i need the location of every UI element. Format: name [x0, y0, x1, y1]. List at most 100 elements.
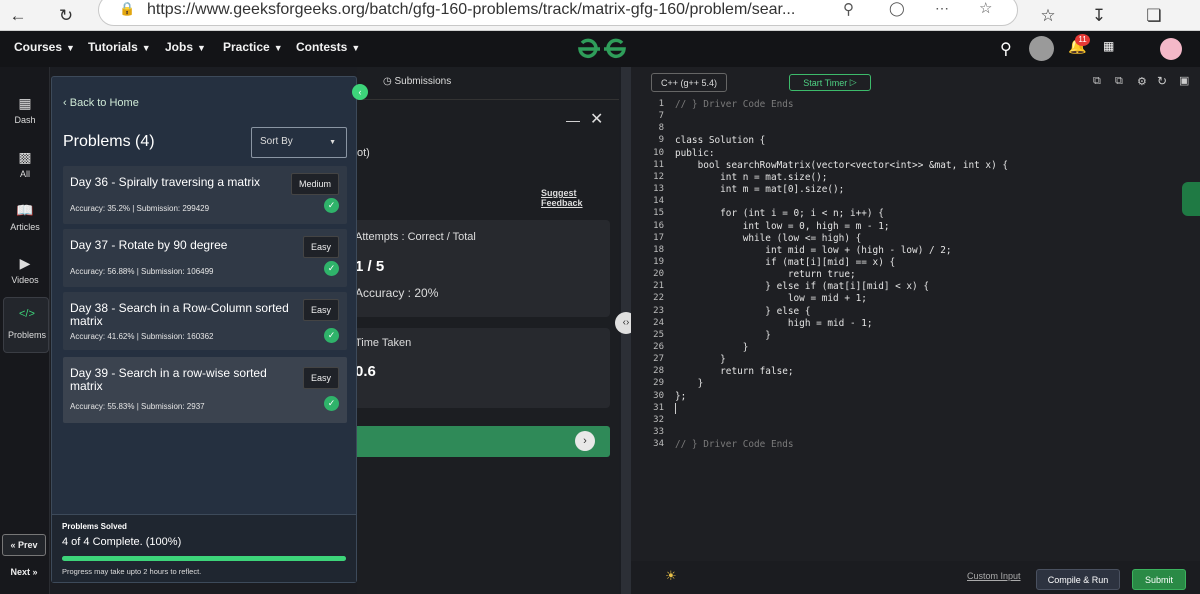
- code-line: if (mat[i][mid] == x) {: [675, 256, 896, 268]
- left-rail: ▦ Dash ▩ All 📖 Articles ▶ Videos </> Problem…: [0, 67, 50, 594]
- compile-run-button[interactable]: Compile & Run: [1036, 569, 1120, 590]
- search-icon[interactable]: ⚲: [843, 0, 854, 18]
- settings-gear-icon[interactable]: ⚙: [1137, 75, 1147, 88]
- line-number: 12: [653, 171, 664, 182]
- submissions-tab[interactable]: ◷ Submissions: [383, 76, 451, 87]
- line-number: 29: [653, 378, 664, 389]
- code-line: for (int i = 0; i < n; i++) {: [675, 208, 884, 220]
- problem-details-pane: ◷ Submissions — ✕ ot) Suggest Feedback A…: [347, 67, 619, 594]
- download-icon[interactable]: ↧: [1087, 0, 1111, 31]
- code-line: }: [675, 329, 771, 341]
- line-number: 30: [653, 390, 664, 401]
- nav-practice[interactable]: Practice ▼: [223, 40, 283, 54]
- difficulty-badge: Easy: [302, 299, 339, 321]
- sort-by-select[interactable]: Sort By ▼: [251, 127, 347, 158]
- code-line: // } Driver Code Ends: [675, 99, 794, 110]
- more-icon[interactable]: ⋯: [935, 0, 949, 17]
- refresh-icon[interactable]: ↻: [54, 0, 78, 31]
- favorite-star-icon[interactable]: ☆: [979, 0, 992, 17]
- rail-all[interactable]: ▩ All: [0, 149, 50, 179]
- code-line: int m = mat[0].size();: [675, 184, 845, 196]
- problems-solved-footer: Problems Solved 4 of 4 Complete. (100%) …: [52, 514, 356, 582]
- time-card: Time Taken 0.6: [347, 328, 610, 408]
- code-line: };: [675, 390, 687, 402]
- problem-meta: Accuracy: 41.62% | Submission: 160362: [70, 332, 214, 341]
- avatar[interactable]: [1160, 38, 1182, 60]
- check-icon: ✓: [324, 396, 339, 411]
- line-number: 27: [653, 354, 664, 365]
- line-number: 24: [653, 317, 664, 328]
- nav-courses[interactable]: Courses ▼: [14, 40, 75, 54]
- solved-status: 4 of 4 Complete. (100%): [62, 536, 182, 548]
- text-cursor: [675, 402, 676, 414]
- next-button[interactable]: Next »: [2, 561, 46, 583]
- start-timer-button[interactable]: Start Timer ▷: [789, 74, 871, 91]
- nav-contests[interactable]: Contests ▼: [296, 40, 360, 54]
- code-line: } else {: [675, 305, 811, 317]
- nav-jobs[interactable]: Jobs ▼: [165, 40, 206, 54]
- code-line: return true;: [675, 269, 856, 281]
- lightbulb-icon[interactable]: ☀: [665, 568, 677, 584]
- language-select[interactable]: C++ (g++ 5.4): [651, 73, 727, 92]
- nav-tutorials[interactable]: Tutorials ▼: [88, 40, 151, 54]
- fullscreen-icon[interactable]: ▣: [1179, 74, 1189, 87]
- copy-icon[interactable]: ⧉: [1093, 75, 1101, 88]
- gfg-logo[interactable]: [576, 37, 628, 61]
- url-text: https://www.geeksforgeeks.org/batch/gfg-…: [147, 1, 796, 18]
- translate-icon[interactable]: ▦: [1103, 39, 1114, 53]
- address-bar[interactable]: 🔒 https://www.geeksforgeeks.org/batch/gf…: [98, 0, 1018, 26]
- problem-card[interactable]: Day 37 - Rotate by 90 degree Easy Accura…: [63, 229, 347, 287]
- arrow-right-icon[interactable]: ›: [575, 431, 595, 451]
- panel-title: Problems (4): [63, 133, 155, 150]
- problem-card[interactable]: Day 36 - Spirally traversing a matrix Me…: [63, 166, 347, 224]
- side-tab-icon[interactable]: [1182, 182, 1200, 216]
- favorites-list-icon[interactable]: ☆: [1036, 0, 1060, 31]
- problem-title: Day 36 - Spirally traversing a matrix: [70, 175, 261, 189]
- solved-progress-bar: [62, 556, 346, 561]
- tag-icon[interactable]: ◯: [889, 0, 905, 17]
- suggest-feedback-link[interactable]: Suggest Feedback: [541, 188, 619, 208]
- rail-articles[interactable]: 📖 Articles: [0, 202, 50, 232]
- collections-icon[interactable]: ❏: [1142, 0, 1166, 31]
- problem-card[interactable]: Day 38 - Search in a Row-Column sorted m…: [63, 292, 347, 350]
- difficulty-badge: Medium: [290, 173, 339, 195]
- book-icon: 📖: [16, 202, 34, 218]
- code-line: public:: [675, 147, 715, 159]
- theme-toggle-icon[interactable]: [1029, 36, 1054, 61]
- search-icon[interactable]: ⚲: [1000, 39, 1012, 59]
- editor-footer: ☀ Custom Input Compile & Run Submit: [631, 561, 1200, 594]
- minimize-icon[interactable]: —: [566, 112, 580, 128]
- code-line: }: [675, 342, 749, 353]
- difficulty-badge: Easy: [302, 367, 339, 389]
- rail-videos[interactable]: ▶ Videos: [0, 255, 50, 285]
- check-icon: ✓: [324, 261, 339, 276]
- problem-meta: Accuracy: 56.88% | Submission: 106499: [70, 267, 214, 276]
- play-icon: ▶: [19, 255, 31, 271]
- export-icon[interactable]: ⧉: [1115, 75, 1123, 88]
- accuracy-value: Accuracy : 20%: [355, 286, 439, 300]
- problem-card[interactable]: Day 39 - Search in a row-wise sorted mat…: [63, 357, 347, 423]
- code-line: }: [675, 378, 704, 390]
- code-line: return false;: [675, 366, 794, 378]
- close-icon[interactable]: ✕: [590, 109, 603, 129]
- code-line: low = mid + 1;: [675, 293, 867, 305]
- custom-input-link[interactable]: Custom Input: [967, 571, 1021, 581]
- collapse-panel-icon[interactable]: ‹: [352, 84, 368, 100]
- pane-divider[interactable]: ‹›: [615, 67, 637, 594]
- line-number: 33: [653, 427, 664, 438]
- line-number: 18: [653, 244, 664, 255]
- back-to-home-link[interactable]: ‹ Back to Home: [63, 97, 139, 109]
- line-number: 14: [653, 196, 664, 207]
- rail-problems[interactable]: </> Problems: [3, 297, 49, 353]
- reset-icon[interactable]: ↻: [1157, 74, 1167, 88]
- code-line: int mid = low + (high - low) / 2;: [675, 244, 952, 256]
- back-arrow-icon[interactable]: ←: [6, 0, 30, 31]
- line-number: 16: [653, 220, 664, 231]
- submit-button[interactable]: Submit: [1132, 569, 1186, 590]
- prev-button[interactable]: « Prev: [2, 534, 46, 556]
- line-number: 19: [653, 256, 664, 267]
- line-number: 7: [658, 111, 664, 122]
- problem-title: Day 38 - Search in a Row-Column sorted m…: [70, 301, 289, 328]
- rail-dash[interactable]: ▦ Dash: [0, 95, 50, 125]
- next-problem-bar[interactable]: ›: [347, 426, 610, 457]
